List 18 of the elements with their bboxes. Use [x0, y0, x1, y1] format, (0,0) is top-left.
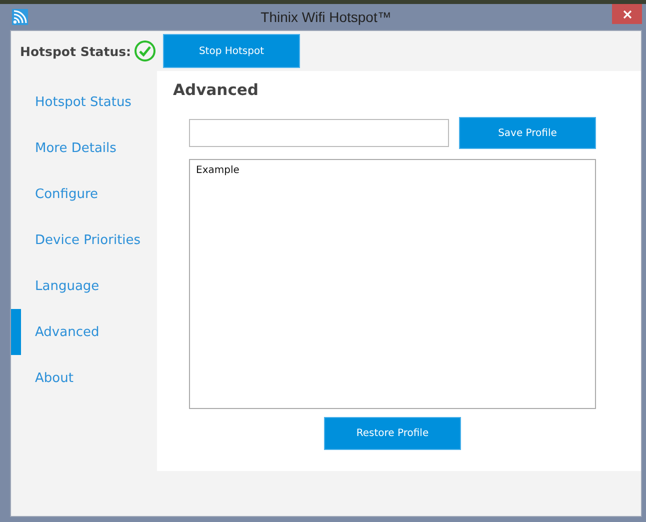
sidebar-item[interactable]: Language	[11, 263, 157, 309]
restore-profile-button[interactable]: Restore Profile	[324, 417, 461, 450]
profile-name-field[interactable]	[189, 119, 449, 147]
status-label: Hotspot Status:	[20, 44, 132, 58]
sidebar-item[interactable]: More Details	[11, 125, 157, 171]
wifi-icon	[12, 9, 28, 25]
sidebar-item[interactable]: About	[11, 355, 157, 401]
close-button[interactable]	[612, 4, 642, 24]
close-icon	[622, 10, 632, 18]
profile-list[interactable]: Example	[189, 159, 596, 409]
save-profile-button[interactable]: Save Profile	[459, 117, 596, 149]
section-heading: Advanced	[173, 81, 260, 99]
list-item[interactable]: Example	[196, 165, 589, 176]
stop-hotspot-button[interactable]: Stop Hotspot	[163, 34, 300, 68]
sidebar-item[interactable]: Hotspot Status	[11, 79, 157, 125]
sidebar-item[interactable]: Configure	[11, 171, 157, 217]
sidebar-item[interactable]: Device Priorities	[11, 217, 157, 263]
window-title: Thinix Wifi Hotspot™	[260, 9, 392, 25]
